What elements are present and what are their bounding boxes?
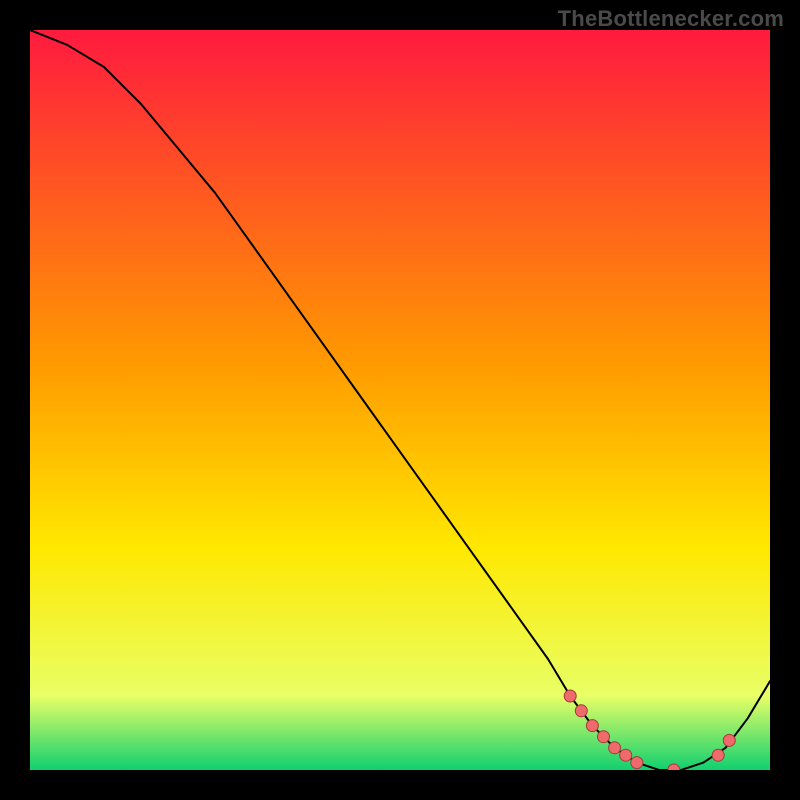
chart-frame: TheBottlenecker.com bbox=[0, 0, 800, 800]
marker-dot bbox=[723, 734, 735, 746]
marker-dot bbox=[620, 749, 632, 761]
plot-area bbox=[30, 30, 770, 770]
watermark-text: TheBottlenecker.com bbox=[558, 6, 784, 32]
marker-dot bbox=[712, 749, 724, 761]
gradient-background bbox=[30, 30, 770, 770]
marker-dot bbox=[564, 690, 576, 702]
marker-dot bbox=[609, 742, 621, 754]
marker-dot bbox=[598, 731, 610, 743]
chart-svg bbox=[30, 30, 770, 770]
marker-dot bbox=[631, 757, 643, 769]
marker-dot bbox=[586, 720, 598, 732]
marker-dot bbox=[575, 705, 587, 717]
